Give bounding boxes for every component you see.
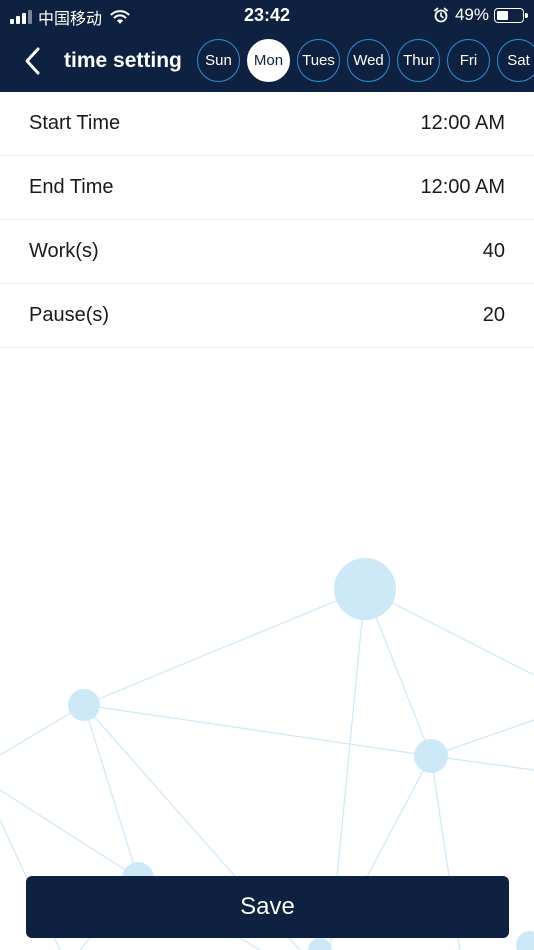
status-right: 49%	[433, 5, 528, 25]
setting-label: Start Time	[29, 112, 121, 134]
battery-icon	[494, 7, 528, 23]
nav-bar: time setting Sun Mon Tues Wed Thur Fri Sat	[0, 30, 534, 92]
day-tues[interactable]: Tues	[297, 39, 340, 82]
save-button[interactable]: Save	[26, 876, 509, 938]
setting-row-end-time[interactable]: End Time 12:00 AM	[0, 156, 534, 220]
setting-value: 12:00 AM	[420, 112, 505, 134]
day-fri[interactable]: Fri	[447, 39, 490, 82]
setting-label: End Time	[29, 176, 114, 198]
day-sun[interactable]: Sun	[197, 39, 240, 82]
setting-label: Pause(s)	[29, 304, 110, 326]
setting-row-pause-s[interactable]: Pause(s) 20	[0, 284, 534, 348]
page-title: time setting	[64, 49, 182, 72]
setting-value: 20	[482, 304, 505, 326]
day-wed[interactable]: Wed	[347, 39, 390, 82]
setting-row-start-time[interactable]: Start Time 12:00 AM	[0, 92, 534, 156]
battery-fill	[497, 10, 509, 20]
setting-row-work-s[interactable]: Work(s) 40	[0, 220, 534, 284]
day-selector: Sun Mon Tues Wed Thur Fri Sat	[197, 39, 534, 82]
setting-value: 40	[482, 240, 505, 262]
settings-list: Start Time 12:00 AM End Time 12:00 AM Work(s…	[0, 92, 534, 348]
alarm-icon	[434, 7, 448, 23]
status-bar: 中国移动 23:42 49%	[0, 0, 534, 30]
setting-label: Work(s)	[29, 240, 99, 262]
setting-value: 12:00 AM	[420, 176, 505, 198]
header: 中国移动 23:42 49% time setting Sun Mon Tues…	[0, 0, 534, 92]
chevron-left-icon[interactable]	[20, 44, 48, 78]
screen: 中国移动 23:42 49% time setting Sun Mon Tues…	[0, 0, 534, 950]
network-background	[0, 558, 534, 950]
day-sat[interactable]: Sat	[497, 39, 534, 82]
day-thur[interactable]: Thur	[397, 39, 440, 82]
day-mon[interactable]: Mon	[247, 39, 290, 82]
battery-percent: 49%	[454, 5, 489, 24]
